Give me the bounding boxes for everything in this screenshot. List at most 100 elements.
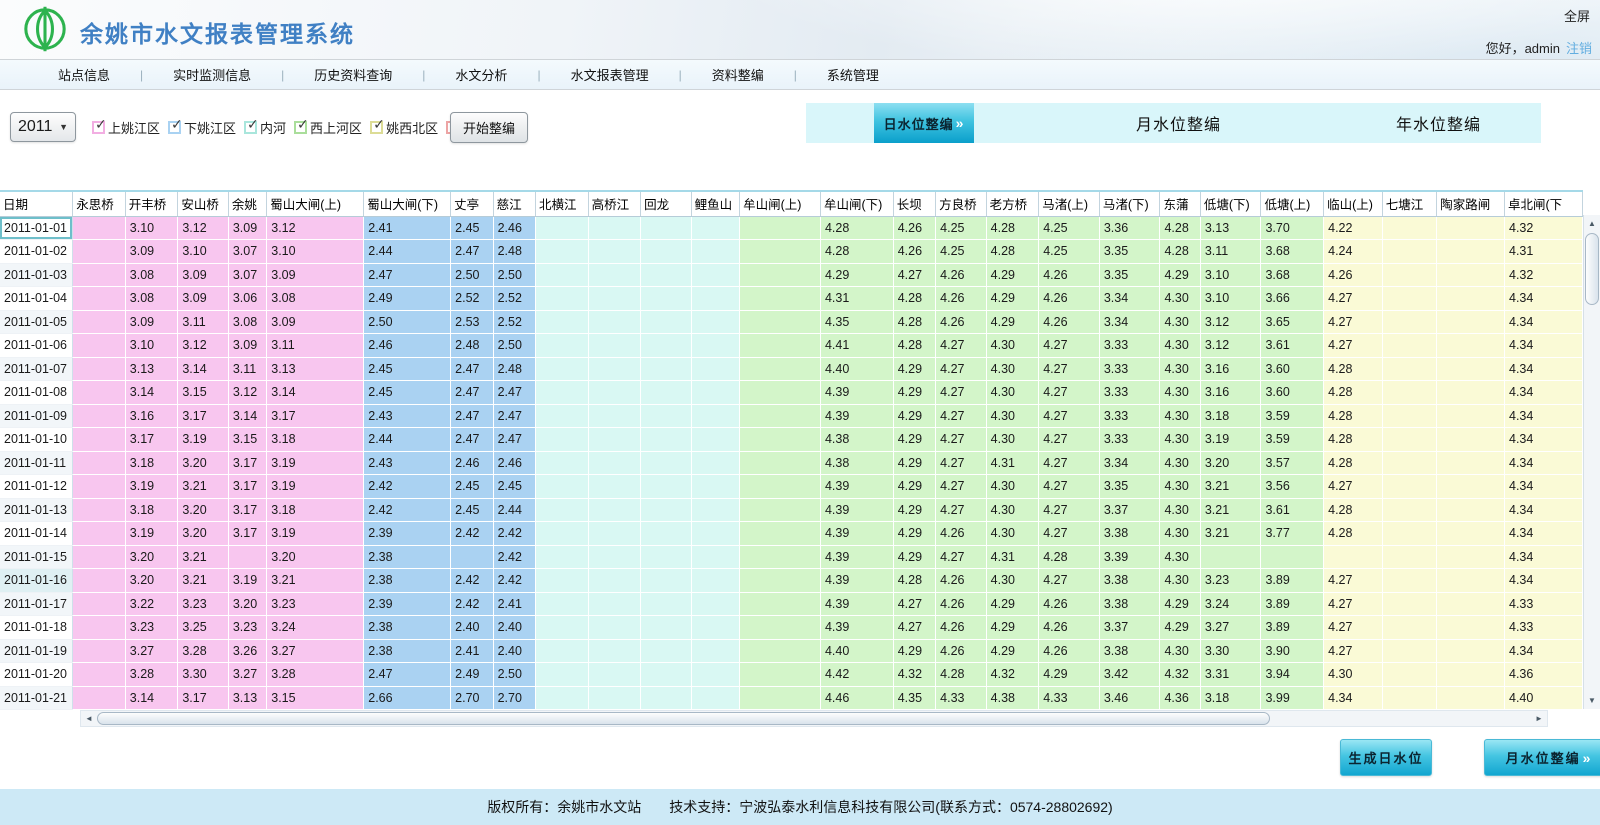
value-cell[interactable]: 3.31: [1200, 663, 1261, 687]
value-cell[interactable]: 4.35: [893, 686, 935, 710]
value-cell[interactable]: [588, 263, 641, 287]
value-cell[interactable]: [641, 428, 692, 452]
value-cell[interactable]: 4.26: [936, 569, 987, 593]
value-cell[interactable]: 4.29: [986, 592, 1039, 616]
value-cell[interactable]: 3.99: [1261, 686, 1324, 710]
value-cell[interactable]: [691, 663, 740, 687]
region-checkbox[interactable]: ✓内河: [244, 118, 286, 137]
value-cell[interactable]: 3.33: [1099, 428, 1160, 452]
value-cell[interactable]: 3.34: [1099, 287, 1160, 311]
value-cell[interactable]: 4.29: [893, 404, 935, 428]
value-cell[interactable]: 3.37: [1099, 498, 1160, 522]
logout-link[interactable]: 注销: [1566, 41, 1592, 56]
value-cell[interactable]: 3.13: [1200, 216, 1261, 240]
value-cell[interactable]: 3.20: [125, 545, 178, 569]
value-cell[interactable]: 2.47: [493, 381, 535, 405]
value-cell[interactable]: 3.21: [178, 475, 229, 499]
value-cell[interactable]: 4.30: [986, 569, 1039, 593]
value-cell[interactable]: 3.13: [228, 686, 266, 710]
value-cell[interactable]: 3.19: [267, 475, 364, 499]
value-cell[interactable]: 3.28: [267, 663, 364, 687]
value-cell[interactable]: 3.21: [178, 545, 229, 569]
value-cell[interactable]: 2.53: [451, 310, 493, 334]
value-cell[interactable]: 4.33: [1039, 686, 1100, 710]
value-cell[interactable]: 3.17: [178, 686, 229, 710]
value-cell[interactable]: [73, 616, 126, 640]
value-cell[interactable]: 4.29: [986, 616, 1039, 640]
value-cell[interactable]: 3.68: [1261, 240, 1324, 264]
value-cell[interactable]: 3.12: [1200, 310, 1261, 334]
value-cell[interactable]: 2.39: [364, 592, 451, 616]
value-cell[interactable]: 4.27: [936, 357, 987, 381]
value-cell[interactable]: 3.57: [1261, 451, 1324, 475]
value-cell[interactable]: [588, 451, 641, 475]
value-cell[interactable]: 4.30: [1160, 310, 1200, 334]
value-cell[interactable]: [1324, 545, 1383, 569]
value-cell[interactable]: 3.21: [1200, 498, 1261, 522]
value-cell[interactable]: 4.29: [986, 287, 1039, 311]
value-cell[interactable]: 2.50: [493, 334, 535, 358]
value-cell[interactable]: 3.17: [125, 428, 178, 452]
value-cell[interactable]: [1382, 310, 1437, 334]
value-cell[interactable]: 2.47: [451, 240, 493, 264]
value-cell[interactable]: 2.45: [364, 381, 451, 405]
value-cell[interactable]: 4.27: [1039, 381, 1100, 405]
value-cell[interactable]: [740, 357, 821, 381]
value-cell[interactable]: [536, 522, 589, 546]
scroll-right-icon[interactable]: ►: [1531, 711, 1547, 726]
value-cell[interactable]: 4.33: [936, 686, 987, 710]
value-cell[interactable]: [641, 686, 692, 710]
value-cell[interactable]: 3.16: [1200, 381, 1261, 405]
value-cell[interactable]: [73, 545, 126, 569]
value-cell[interactable]: 3.09: [267, 310, 364, 334]
value-cell[interactable]: 4.39: [820, 404, 893, 428]
value-cell[interactable]: 4.27: [1039, 522, 1100, 546]
value-cell[interactable]: 2.42: [493, 522, 535, 546]
value-cell[interactable]: 2.52: [493, 287, 535, 311]
value-cell[interactable]: 4.31: [986, 451, 1039, 475]
value-cell[interactable]: [691, 404, 740, 428]
value-cell[interactable]: 2.47: [364, 663, 451, 687]
value-cell[interactable]: 3.11: [228, 357, 266, 381]
value-cell[interactable]: 2.40: [451, 616, 493, 640]
value-cell[interactable]: 4.38: [986, 686, 1039, 710]
value-cell[interactable]: 2.38: [364, 569, 451, 593]
value-cell[interactable]: [740, 404, 821, 428]
value-cell[interactable]: [1437, 428, 1505, 452]
value-cell[interactable]: [73, 663, 126, 687]
value-cell[interactable]: [536, 592, 589, 616]
value-cell[interactable]: 2.42: [364, 475, 451, 499]
value-cell[interactable]: 4.29: [1160, 592, 1200, 616]
value-cell[interactable]: 2.44: [493, 498, 535, 522]
value-cell[interactable]: 4.26: [936, 592, 987, 616]
value-cell[interactable]: 3.16: [1200, 357, 1261, 381]
value-cell[interactable]: 4.31: [820, 287, 893, 311]
value-cell[interactable]: [1382, 216, 1437, 240]
value-cell[interactable]: [536, 404, 589, 428]
value-cell[interactable]: 4.26: [1039, 263, 1100, 287]
value-cell[interactable]: 3.60: [1261, 381, 1324, 405]
value-cell[interactable]: [691, 639, 740, 663]
value-cell[interactable]: [691, 381, 740, 405]
value-cell[interactable]: 4.26: [1039, 310, 1100, 334]
value-cell[interactable]: 3.38: [1099, 522, 1160, 546]
value-cell[interactable]: [1437, 639, 1505, 663]
value-cell[interactable]: [536, 428, 589, 452]
value-cell[interactable]: 3.33: [1099, 334, 1160, 358]
value-cell[interactable]: 4.30: [1160, 639, 1200, 663]
value-cell[interactable]: 4.26: [936, 287, 987, 311]
value-cell[interactable]: 4.29: [986, 639, 1039, 663]
value-cell[interactable]: 3.15: [267, 686, 364, 710]
value-cell[interactable]: [588, 428, 641, 452]
value-cell[interactable]: 2.70: [451, 686, 493, 710]
value-cell[interactable]: 2.46: [493, 451, 535, 475]
value-cell[interactable]: [1382, 334, 1437, 358]
value-cell[interactable]: 3.20: [178, 451, 229, 475]
value-cell[interactable]: 3.13: [125, 357, 178, 381]
value-cell[interactable]: [536, 357, 589, 381]
value-cell[interactable]: 4.31: [986, 545, 1039, 569]
value-cell[interactable]: [1382, 498, 1437, 522]
value-cell[interactable]: [588, 639, 641, 663]
value-cell[interactable]: 3.18: [125, 451, 178, 475]
value-cell[interactable]: 4.39: [820, 381, 893, 405]
